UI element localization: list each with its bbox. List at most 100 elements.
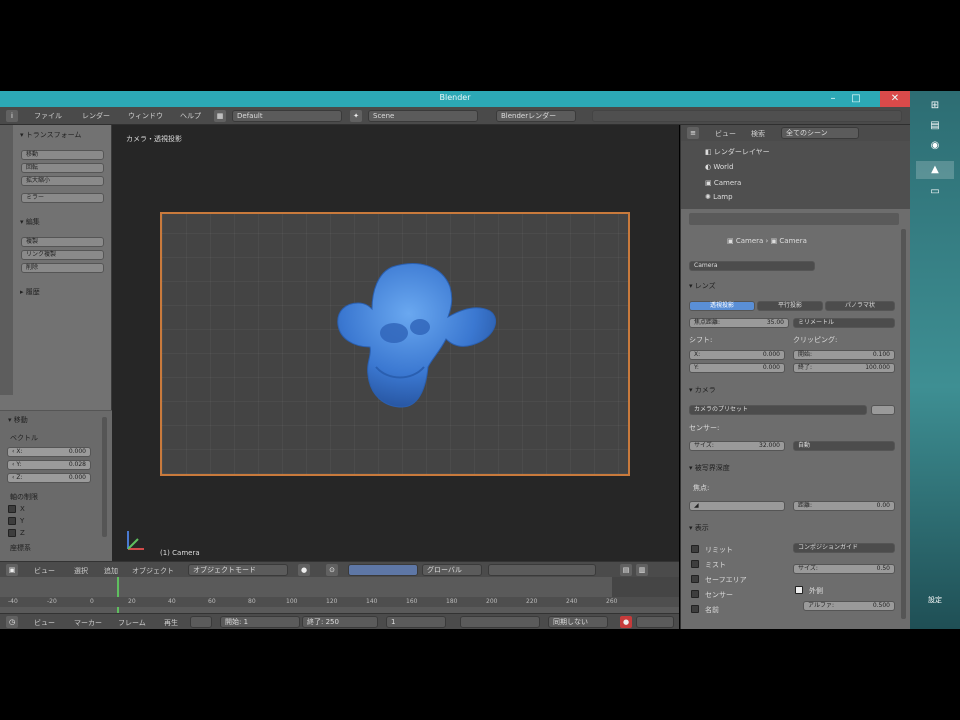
properties-scrollbar[interactable]: [901, 229, 906, 619]
alpha-field[interactable]: アルファ: 0.500: [803, 601, 895, 611]
pivot-icon[interactable]: ⊙: [326, 564, 338, 576]
scene-select[interactable]: Scene: [368, 110, 478, 122]
shift-y-field[interactable]: Y: 0.000: [689, 363, 785, 373]
constraint-y-checkbox[interactable]: [8, 517, 16, 525]
outliner-display-select[interactable]: 全てのシーン: [781, 127, 859, 139]
keying-set-field[interactable]: [636, 616, 674, 628]
sensor-fit-select[interactable]: 自動: [793, 441, 895, 451]
timeline-menu-marker[interactable]: マーカー: [74, 618, 102, 628]
perspective-tab[interactable]: 透視投影: [689, 301, 755, 311]
operator-scrollbar[interactable]: [102, 417, 107, 537]
sensor-size-field[interactable]: サイズ: 32.000: [689, 441, 785, 451]
timeline-menu-view[interactable]: ビュー: [34, 618, 55, 628]
render-preview-icon[interactable]: ▤: [620, 564, 632, 576]
timeline-menu-frame[interactable]: フレーム: [118, 618, 146, 628]
outliner-menu-view[interactable]: ビュー: [715, 129, 736, 139]
delete-button[interactable]: 削除: [21, 263, 104, 273]
vector-z-field[interactable]: ‹ Z: 0.000: [7, 473, 91, 483]
mirror-button[interactable]: ミラー: [21, 193, 104, 203]
app-icon-2[interactable]: ◉: [916, 137, 954, 155]
orientation-select[interactable]: グローバル: [422, 564, 482, 576]
layout-select[interactable]: Default: [232, 110, 342, 122]
menu-window[interactable]: ウィンドウ: [128, 111, 163, 121]
focus-object-field[interactable]: ◢: [689, 501, 785, 511]
outliner-row-camera[interactable]: ▣ Camera: [705, 179, 741, 187]
viewport-editor-icon[interactable]: ▣: [6, 564, 18, 576]
outliner-row-lamp[interactable]: ✺ Lamp: [705, 193, 733, 201]
properties-tabs[interactable]: [689, 213, 899, 225]
safe-areas-checkbox[interactable]: [691, 575, 699, 583]
app-icon-1[interactable]: ▤: [916, 117, 954, 135]
name-checkbox[interactable]: [691, 605, 699, 613]
outliner-row-render-layers[interactable]: ◧ レンダーレイヤー: [705, 147, 770, 157]
minimize-icon[interactable]: –: [822, 91, 844, 107]
menu-add[interactable]: 追加: [104, 566, 118, 576]
rotate-button[interactable]: 回転: [21, 163, 104, 173]
dof-distance-field[interactable]: 距離: 0.00: [793, 501, 895, 511]
camera-preset-select[interactable]: カメラのプリセット: [689, 405, 867, 415]
lens-panel-header[interactable]: ▾ レンズ: [689, 281, 716, 291]
playback-controls[interactable]: [460, 616, 540, 628]
end-frame-field[interactable]: 終了: 250: [302, 616, 378, 628]
timeline-editor-icon[interactable]: ◷: [6, 616, 18, 628]
operator-header[interactable]: ▾ 移動: [8, 415, 28, 425]
tool-tabs[interactable]: [0, 125, 13, 395]
render-engine-select[interactable]: Blenderレンダー: [496, 110, 576, 122]
panoramic-tab[interactable]: パノラマ状: [825, 301, 895, 311]
outliner-editor-icon[interactable]: ≡: [687, 127, 699, 139]
lens-unit-select[interactable]: ミリメートル: [793, 318, 895, 328]
preview-range-toggle[interactable]: [190, 616, 212, 628]
vector-y-field[interactable]: ‹ Y: 0.028: [7, 460, 91, 470]
display-size-field[interactable]: サイズ: 0.50: [793, 564, 895, 574]
menu-file[interactable]: ファイル: [34, 111, 62, 121]
menu-object[interactable]: オブジェクト: [132, 566, 174, 576]
scale-button[interactable]: 拡大縮小: [21, 176, 104, 186]
dof-panel-header[interactable]: ▾ 被写界深度: [689, 463, 730, 473]
menu-help[interactable]: ヘルプ: [180, 111, 201, 121]
composition-guides-select[interactable]: コンポジションガイド: [793, 543, 895, 553]
transform-panel-header[interactable]: ▾ トランスフォーム: [20, 130, 81, 140]
display-panel-header[interactable]: ▾ 表示: [689, 523, 709, 533]
history-panel-header[interactable]: ▸ 履歴: [20, 287, 40, 297]
camera-datablock-select[interactable]: Camera: [689, 261, 815, 271]
mist-checkbox[interactable]: [691, 560, 699, 568]
manipulator-toggle[interactable]: [348, 564, 418, 576]
sensor-checkbox[interactable]: [691, 590, 699, 598]
editor-type-icon[interactable]: i: [6, 110, 18, 122]
translate-button[interactable]: 移動: [21, 150, 104, 160]
constraint-z-checkbox[interactable]: [8, 529, 16, 537]
app-icon-3[interactable]: ▭: [916, 183, 954, 201]
monkey-mesh[interactable]: [332, 259, 507, 414]
record-icon[interactable]: ●: [620, 616, 632, 628]
maximize-icon[interactable]: □: [845, 91, 867, 107]
edit-panel-header[interactable]: ▾ 編集: [20, 217, 40, 227]
scene-icon[interactable]: ✦: [350, 110, 362, 122]
menu-select[interactable]: 選択: [74, 566, 88, 576]
clip-end-field[interactable]: 終了: 100.000: [793, 363, 895, 373]
layers-grid[interactable]: [488, 564, 596, 576]
shift-x-field[interactable]: X: 0.000: [689, 350, 785, 360]
outliner-menu-search[interactable]: 検索: [751, 129, 765, 139]
duplicate-linked-button[interactable]: リンク複製: [21, 250, 104, 260]
sync-select[interactable]: 同期しない: [548, 616, 608, 628]
focal-length-field[interactable]: 焦点距離: 35.00: [689, 318, 789, 328]
duplicate-button[interactable]: 複製: [21, 237, 104, 247]
shading-icon[interactable]: ●: [298, 564, 310, 576]
outliner-row-world[interactable]: ◐ World: [705, 163, 733, 171]
constraint-x-checkbox[interactable]: [8, 505, 16, 513]
close-icon[interactable]: ✕: [880, 91, 910, 107]
start-icon[interactable]: ⊞: [916, 97, 954, 115]
current-frame-marker[interactable]: [117, 577, 119, 613]
vector-x-field[interactable]: ‹ X: 0.000: [7, 447, 91, 457]
current-frame-field[interactable]: 1: [386, 616, 446, 628]
screen-layout-icon[interactable]: ▦: [214, 110, 226, 122]
start-frame-field[interactable]: 開始: 1: [220, 616, 300, 628]
orthographic-tab[interactable]: 平行投影: [757, 301, 823, 311]
camera-render-icon[interactable]: ▥: [636, 564, 648, 576]
preset-add-button[interactable]: [871, 405, 895, 415]
clip-start-field[interactable]: 開始: 0.100: [793, 350, 895, 360]
mode-select[interactable]: オブジェクトモード: [188, 564, 288, 576]
timeline[interactable]: -40 -20 0 20 40 60 80 100 120 140 160 18…: [0, 577, 679, 613]
menu-view[interactable]: ビュー: [34, 566, 55, 576]
settings-charm[interactable]: 設定: [916, 591, 954, 609]
